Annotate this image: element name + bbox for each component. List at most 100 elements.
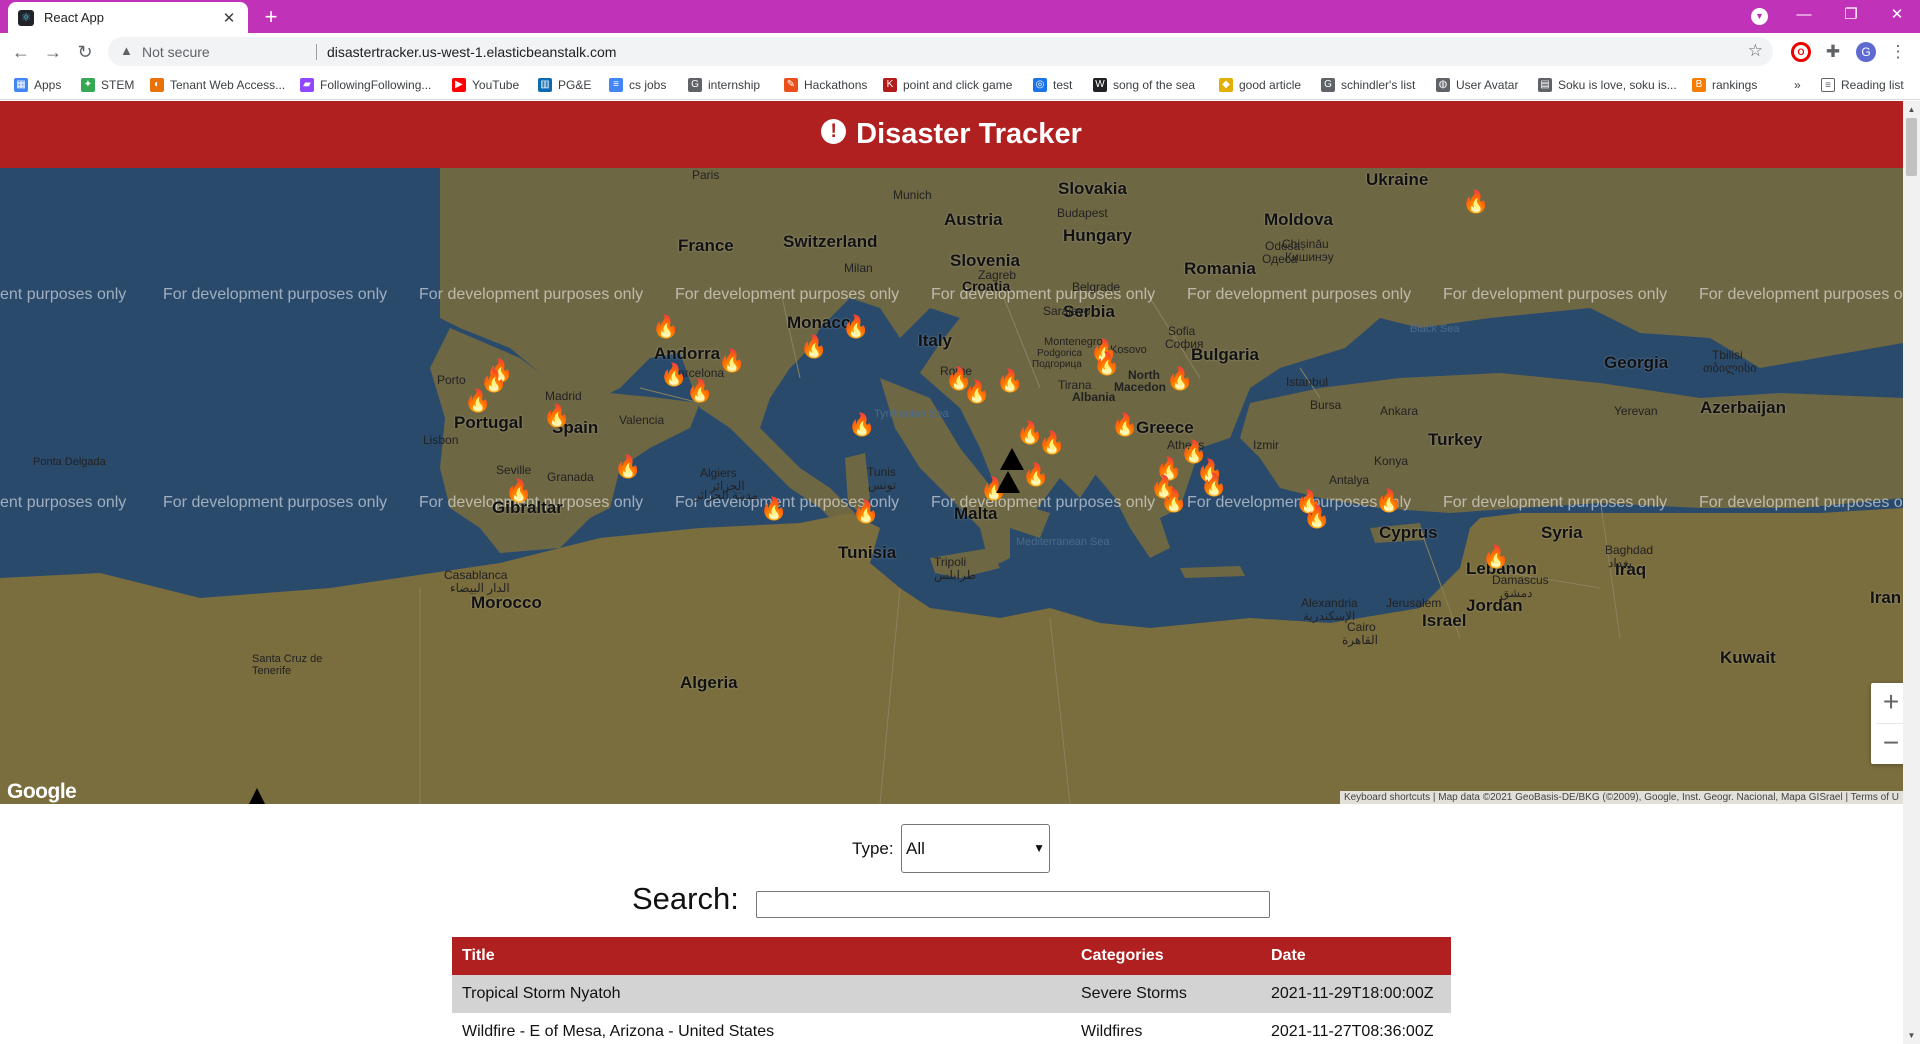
wildfire-marker-icon[interactable]: 🔥 bbox=[614, 456, 641, 478]
wildfire-marker-icon[interactable]: 🔥 bbox=[660, 364, 687, 386]
wildfire-marker-icon[interactable]: 🔥 bbox=[543, 405, 570, 427]
zoom-in-button[interactable]: + bbox=[1871, 683, 1903, 723]
terms-link[interactable]: Terms of U bbox=[1851, 792, 1899, 803]
bookmark-item[interactable]: ≡ cs jobs bbox=[609, 76, 666, 94]
bookmark-label: FollowingFollowing... bbox=[320, 78, 432, 92]
bookmark-item[interactable]: ◎ test bbox=[1033, 76, 1072, 94]
country-label: France bbox=[678, 236, 734, 255]
filter-row: Type: All ▼ bbox=[0, 823, 1903, 873]
search-input[interactable] bbox=[756, 891, 1270, 918]
type-select[interactable]: All ▼ bbox=[901, 824, 1050, 873]
wildfire-marker-icon[interactable]: 🔥 bbox=[1462, 191, 1489, 213]
table-row[interactable]: Tropical Storm Nyatoh Severe Storms 2021… bbox=[452, 975, 1451, 1013]
bookmark-item[interactable]: ◍ User Avatar bbox=[1436, 76, 1518, 94]
bookmark-item[interactable]: ◐ Tenant Web Access... bbox=[150, 76, 285, 94]
map-watermark: For development purposes only bbox=[163, 494, 388, 511]
zoom-out-button[interactable]: − bbox=[1871, 724, 1903, 764]
wildfire-marker-icon[interactable]: 🔥 bbox=[1111, 414, 1138, 436]
wildfire-marker-icon[interactable]: 🔥 bbox=[848, 414, 875, 436]
bookmark-item[interactable]: Kpoint and click game bbox=[883, 76, 1012, 94]
scroll-up-arrow-icon[interactable]: ▲ bbox=[1903, 101, 1920, 118]
disaster-map[interactable]: ent purposes only For development purpos… bbox=[0, 168, 1903, 804]
bookmark-label: Apps bbox=[34, 78, 62, 92]
wildfire-marker-icon[interactable]: 🔥 bbox=[800, 336, 827, 358]
scroll-down-arrow-icon[interactable]: ▼ bbox=[1903, 1027, 1920, 1044]
puzzle-extensions-icon[interactable]: ✚ bbox=[1823, 42, 1843, 62]
bookmark-item[interactable]: ▶ YouTube bbox=[452, 76, 519, 94]
forward-icon[interactable]: → bbox=[40, 39, 66, 65]
url-text[interactable]: disastertracker.us-west-1.elasticbeansta… bbox=[327, 44, 616, 60]
minimize-window-icon[interactable]: — bbox=[1781, 0, 1827, 33]
column-header-date[interactable]: Date bbox=[1271, 947, 1306, 965]
chevron-double-right-icon[interactable]: » bbox=[1794, 78, 1801, 92]
bookmark-label: cs jobs bbox=[629, 78, 667, 92]
wildfire-marker-icon[interactable]: 🔥 bbox=[1200, 474, 1227, 496]
google-icon: G bbox=[1321, 78, 1335, 92]
bookmark-item[interactable]: Gschindler's list bbox=[1321, 76, 1415, 94]
bookmark-item[interactable]: ▤ Soku is love, soku is... bbox=[1538, 76, 1677, 94]
city-label: Seville bbox=[496, 463, 532, 477]
wildfire-marker-icon[interactable]: 🔥 bbox=[505, 480, 532, 502]
keyboard-shortcuts-link[interactable]: Keyboard shortcuts bbox=[1344, 792, 1430, 803]
wildfire-marker-icon[interactable]: 🔥 bbox=[652, 316, 679, 338]
bookmark-item[interactable]: ▰ FollowingFollowing... bbox=[300, 76, 431, 94]
address-bar[interactable]: ▲ Not secure disastertracker.us-west-1.e… bbox=[108, 37, 1773, 66]
wildfire-marker-icon[interactable]: 🔥 bbox=[1303, 506, 1330, 528]
table-row[interactable]: Wildfire - E of Mesa, Arizona - United S… bbox=[452, 1013, 1451, 1044]
browser-tab[interactable]: ⚛ React App ✕ bbox=[8, 2, 248, 33]
bookmark-item[interactable]: ✎ Hackathons bbox=[784, 76, 867, 94]
column-header-title[interactable]: Title bbox=[462, 947, 495, 965]
wildfire-marker-icon[interactable]: 🔥 bbox=[1160, 490, 1187, 512]
bookmark-item[interactable]: Brankings bbox=[1692, 76, 1757, 94]
bookmark-item[interactable]: Wsong of the sea bbox=[1093, 76, 1195, 94]
chevron-down-icon[interactable]: ▼ bbox=[1751, 8, 1768, 25]
security-status[interactable]: Not secure bbox=[142, 44, 210, 60]
city-label: Algiers bbox=[700, 466, 737, 480]
wildfire-marker-icon[interactable]: 🔥 bbox=[1038, 432, 1065, 454]
volcano-marker-icon[interactable] bbox=[1000, 448, 1024, 470]
wildfire-marker-icon[interactable]: 🔥 bbox=[1482, 546, 1509, 568]
wildfire-marker-icon[interactable]: 🔥 bbox=[1093, 353, 1120, 375]
wildfire-marker-icon[interactable]: 🔥 bbox=[963, 381, 990, 403]
reload-icon[interactable]: ↻ bbox=[72, 39, 98, 65]
wildfire-marker-icon[interactable]: 🔥 bbox=[852, 501, 879, 523]
city-label: Yerevan bbox=[1614, 404, 1658, 418]
back-icon[interactable]: ← bbox=[8, 39, 34, 65]
close-window-icon[interactable]: ✕ bbox=[1874, 0, 1920, 33]
tenant-icon: ◐ bbox=[150, 78, 164, 92]
profile-avatar[interactable]: G bbox=[1856, 42, 1876, 62]
volcano-marker-icon[interactable] bbox=[996, 471, 1020, 493]
page-scrollbar[interactable]: ▲ ▼ bbox=[1903, 101, 1920, 1044]
country-label: Cyprus bbox=[1379, 523, 1438, 542]
wildfire-marker-icon[interactable]: 🔥 bbox=[1022, 464, 1049, 486]
bookmark-overflow[interactable]: » bbox=[1794, 76, 1801, 94]
bookmark-item[interactable]: ▥ PG&E bbox=[538, 76, 591, 94]
city-label: Porto bbox=[437, 373, 466, 387]
menu-kebab-icon[interactable]: ⋮ bbox=[1888, 42, 1908, 62]
wildfire-marker-icon[interactable]: 🔥 bbox=[1166, 368, 1193, 390]
wildfire-marker-icon[interactable]: 🔥 bbox=[1375, 490, 1402, 512]
wildfire-marker-icon[interactable]: 🔥 bbox=[842, 316, 869, 338]
column-header-categories[interactable]: Categories bbox=[1081, 947, 1164, 965]
google-logo[interactable]: Google bbox=[7, 780, 77, 804]
bookmark-item[interactable]: Ginternship bbox=[688, 76, 760, 94]
city-label: Baghdad bbox=[1605, 543, 1654, 557]
bookmark-star-icon[interactable]: ☆ bbox=[1748, 41, 1763, 61]
reading-list-button[interactable]: ≡ Reading list bbox=[1821, 76, 1904, 94]
wildfire-marker-icon[interactable]: 🔥 bbox=[760, 498, 787, 520]
wildfire-marker-icon[interactable]: 🔥 bbox=[686, 380, 713, 402]
bookmark-item[interactable]: ▦ Apps bbox=[14, 76, 61, 94]
map-watermark: ent purposes only bbox=[0, 494, 127, 511]
bookmark-item[interactable]: ◆ good article bbox=[1219, 76, 1301, 94]
close-tab-icon[interactable]: ✕ bbox=[220, 9, 238, 27]
wildfire-marker-icon[interactable]: 🔥 bbox=[996, 370, 1023, 392]
restore-window-icon[interactable]: ❐ bbox=[1828, 0, 1874, 33]
opera-extension-icon[interactable]: O bbox=[1791, 42, 1811, 62]
volcano-marker-icon[interactable] bbox=[249, 788, 265, 804]
wildfire-marker-icon[interactable]: 🔥 bbox=[718, 350, 745, 372]
new-tab-button[interactable]: + bbox=[258, 4, 284, 30]
scrollbar-thumb[interactable] bbox=[1906, 118, 1917, 176]
country-label: Slovakia bbox=[1058, 179, 1127, 198]
wildfire-marker-icon[interactable]: 🔥 bbox=[464, 390, 491, 412]
bookmark-item[interactable]: ✦ STEM bbox=[81, 76, 134, 94]
